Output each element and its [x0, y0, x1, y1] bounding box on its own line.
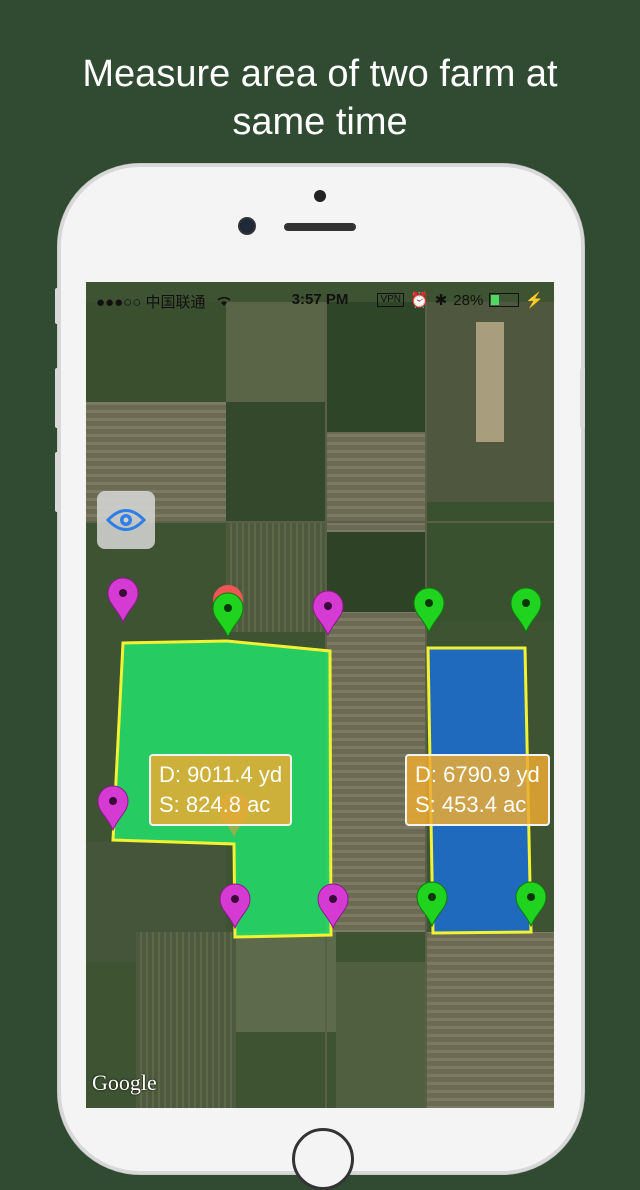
field-2-distance: D: 6790.9 yd	[415, 762, 540, 787]
volume-up-button	[55, 288, 60, 324]
status-right: VPN ⏰ ✱ 28% ⚡	[377, 291, 544, 309]
field-1-distance: D: 9011.4 yd	[159, 762, 283, 787]
battery-fill	[491, 295, 499, 305]
earpiece-speaker	[284, 223, 356, 231]
power-button	[580, 368, 585, 428]
volume-down-button	[55, 368, 60, 428]
alarm-icon: ⏰	[410, 292, 429, 309]
phone-screen: ●●●○○ 中国联通 3:57 PM VPN ⏰ ✱ 28% ⚡ D: 9011…	[86, 282, 554, 1108]
vpn-badge: VPN	[377, 293, 405, 307]
eye-icon	[106, 509, 146, 531]
charging-icon: ⚡	[525, 292, 544, 309]
bluetooth-icon: ✱	[434, 292, 448, 309]
status-bar: ●●●○○ 中国联通 3:57 PM VPN ⏰ ✱ 28% ⚡	[86, 282, 554, 316]
field-1-area: S: 824.8 ac	[159, 792, 271, 817]
battery-percent: 28%	[453, 291, 484, 309]
headline-line-2: same time	[232, 101, 408, 143]
mute-button	[55, 452, 60, 512]
field-2-measurement-label: D: 6790.9 yd S: 453.4 ac	[405, 754, 550, 826]
google-logo: Google	[92, 1070, 157, 1095]
battery-icon	[489, 293, 520, 307]
front-camera	[240, 219, 254, 233]
home-button[interactable]	[292, 1128, 354, 1190]
proximity-sensor	[314, 190, 326, 202]
headline-line-1: Measure area of two farm at	[82, 53, 558, 95]
visibility-toggle-button[interactable]	[97, 491, 155, 549]
promo-headline: Measure area of two farm at same time	[0, 50, 640, 146]
field-1-measurement-label: D: 9011.4 yd S: 824.8 ac	[149, 754, 293, 826]
field-2-area: S: 453.4 ac	[415, 792, 527, 817]
satellite-map[interactable]	[86, 282, 554, 1108]
